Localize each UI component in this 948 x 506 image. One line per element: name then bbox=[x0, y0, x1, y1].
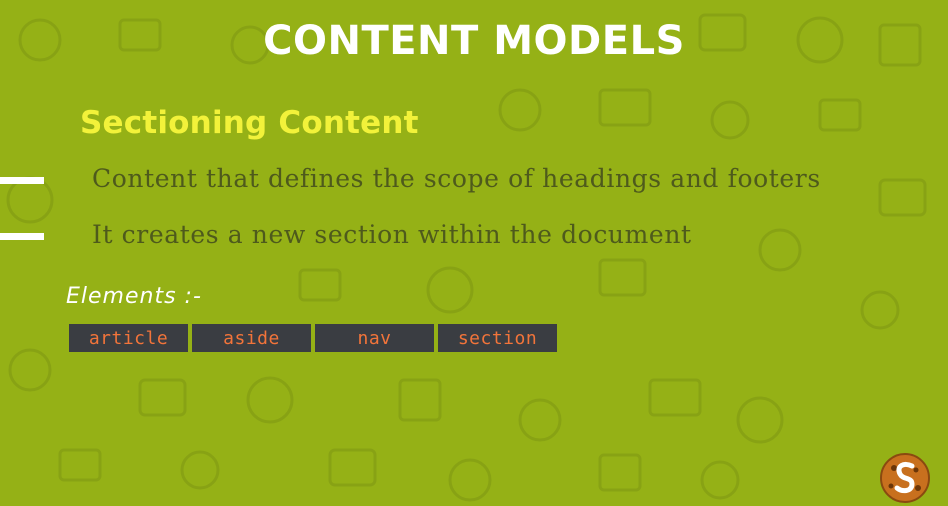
slide-title: CONTENT MODELS bbox=[263, 18, 685, 64]
bullet-text: It creates a new section within the docu… bbox=[92, 220, 692, 249]
bullet-marker bbox=[0, 233, 44, 240]
tag-aside: aside bbox=[192, 324, 311, 352]
elements-label: Elements :- bbox=[66, 284, 202, 309]
slide-subtitle: Sectioning Content bbox=[80, 105, 419, 141]
element-tags: article aside nav section bbox=[69, 324, 557, 352]
tag-article: article bbox=[69, 324, 188, 352]
cookie-s-logo-icon bbox=[880, 453, 930, 503]
background-pattern bbox=[6, 13, 927, 502]
tag-nav: nav bbox=[315, 324, 434, 352]
tag-section: section bbox=[438, 324, 557, 352]
bullet-text: Content that defines the scope of headin… bbox=[92, 164, 821, 193]
bullet-marker bbox=[0, 177, 44, 184]
